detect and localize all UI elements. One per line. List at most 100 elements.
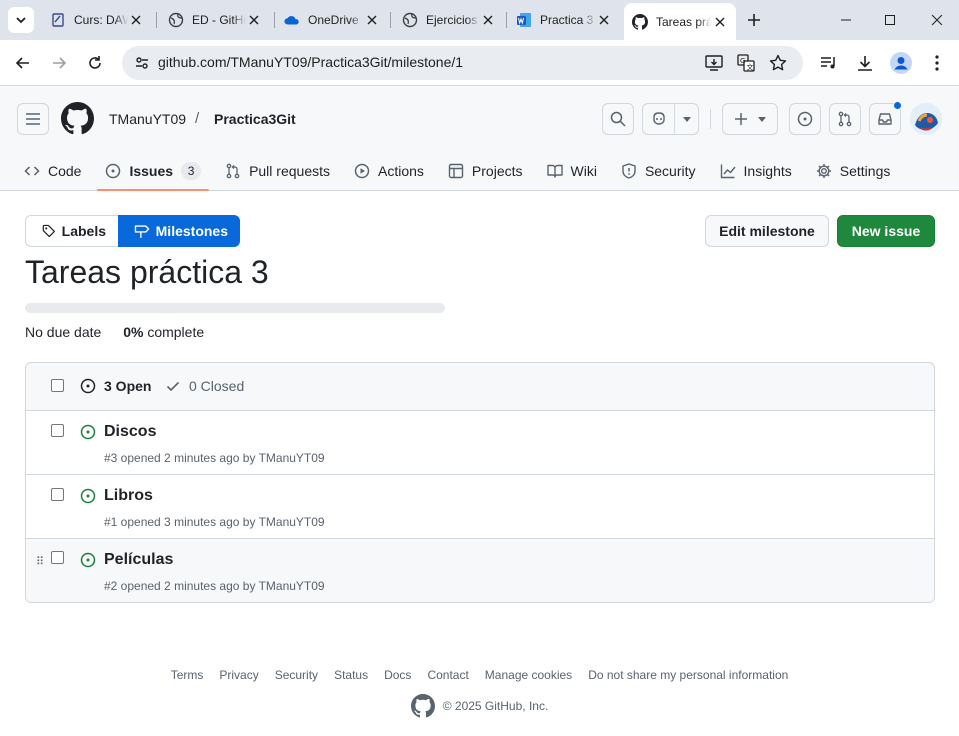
drag-handle-icon[interactable]: ⠿	[36, 555, 44, 568]
repo-name-link[interactable]: Practica3Git	[214, 111, 296, 127]
arrow-left-icon	[15, 57, 29, 69]
issue-opened-icon	[106, 163, 121, 179]
copyright-text: © 2025 GitHub, Inc.	[442, 699, 549, 713]
maximize-button[interactable]	[878, 8, 902, 32]
close-icon[interactable]	[246, 12, 262, 28]
github-logo-icon[interactable]	[61, 102, 94, 135]
footer-link-docs[interactable]: Docs	[384, 668, 411, 682]
issue-opened-icon	[80, 552, 96, 568]
github-logo-icon[interactable]	[410, 694, 435, 718]
browser-tab-strip: Curs: DAW ED - GitHub OneDrive Ejercicio…	[0, 0, 959, 40]
create-new-button[interactable]	[722, 103, 778, 135]
minimize-button[interactable]	[834, 8, 858, 32]
browser-menu-button[interactable]	[923, 49, 951, 77]
due-date: No due date	[25, 324, 102, 340]
repo-navigation: Code Issues 3 Pull requests Actions Proj…	[16, 151, 906, 191]
issues-list-header: 3 Open 0 Closed	[26, 363, 934, 411]
tab-search-button[interactable]	[8, 7, 34, 33]
milestones-button[interactable]: Milestones	[118, 215, 240, 247]
close-icon[interactable]	[596, 12, 612, 28]
url-text[interactable]: github.com/TManuYT09/Practica3Git/milest…	[158, 54, 463, 70]
close-icon[interactable]	[712, 14, 728, 30]
address-bar[interactable]: github.com/TManuYT09/Practica3Git/milest…	[122, 46, 803, 80]
issue-title-link[interactable]: Películas	[104, 551, 173, 569]
translate-icon[interactable]: G文	[734, 51, 758, 75]
browser-tab-active[interactable]: Tareas práctica 3	[624, 3, 736, 40]
tab-actions[interactable]: Actions	[346, 151, 432, 191]
shield-icon	[622, 163, 636, 179]
your-pull-requests-button[interactable]	[829, 103, 861, 135]
reload-button[interactable]	[81, 49, 109, 77]
kebab-menu-icon	[935, 55, 939, 71]
tab-title: Tareas práctica 3	[656, 14, 712, 29]
tab-issues[interactable]: Issues 3	[97, 151, 209, 191]
footer-link-terms[interactable]: Terms	[171, 668, 204, 682]
downloads-button[interactable]	[851, 49, 879, 77]
footer-link-manage-cookies[interactable]: Manage cookies	[485, 668, 572, 682]
profile-button[interactable]	[887, 49, 915, 77]
tab-security[interactable]: Security	[613, 151, 704, 191]
new-issue-button[interactable]: New issue	[837, 215, 935, 247]
close-window-button[interactable]	[925, 8, 949, 32]
tab-wiki[interactable]: Wiki	[539, 151, 605, 191]
inbox-icon	[878, 113, 892, 125]
issue-row[interactable]: Discos #3 opened 2 minutes ago by TManuY…	[26, 411, 934, 475]
search-button[interactable]	[602, 103, 634, 135]
labels-milestones-toggle: Labels Milestones	[25, 215, 240, 247]
issue-checkbox[interactable]	[51, 551, 64, 564]
footer-link-security[interactable]: Security	[275, 668, 318, 682]
closed-count: 0 Closed	[189, 378, 245, 394]
back-button[interactable]	[9, 49, 37, 77]
header-divider	[710, 109, 711, 129]
open-issues-filter[interactable]: 3 Open	[80, 378, 151, 394]
close-icon[interactable]	[364, 12, 380, 28]
new-tab-button[interactable]	[742, 8, 766, 32]
bookmark-star-icon[interactable]	[766, 51, 790, 75]
issue-checkbox[interactable]	[51, 424, 64, 437]
your-issues-button[interactable]	[789, 103, 821, 135]
browser-tab[interactable]: Ejercicios	[394, 5, 504, 35]
tab-projects[interactable]: Projects	[440, 151, 531, 191]
select-all-checkbox[interactable]	[51, 379, 64, 392]
browser-tab[interactable]: OneDrive	[276, 5, 388, 35]
footer-link-contact[interactable]: Contact	[427, 668, 468, 682]
svg-text:文: 文	[747, 63, 754, 72]
github-icon	[632, 13, 648, 30]
issue-row[interactable]: Libros #1 opened 3 minutes ago by TManuY…	[26, 475, 934, 539]
media-control-button[interactable]	[815, 49, 843, 77]
browser-tab[interactable]: Curs: DAW	[42, 5, 152, 35]
close-icon	[931, 14, 943, 26]
milestones-button-label: Milestones	[155, 223, 228, 239]
profile-icon	[890, 52, 912, 74]
triangle-down-icon[interactable]	[675, 116, 698, 122]
issue-title-link[interactable]: Discos	[104, 423, 156, 441]
tab-separator	[390, 12, 391, 28]
issue-opened-icon	[797, 111, 813, 127]
forward-button[interactable]	[45, 49, 73, 77]
close-icon[interactable]	[480, 12, 496, 28]
minimize-icon	[841, 19, 851, 21]
tab-code[interactable]: Code	[16, 151, 89, 191]
footer-link-status[interactable]: Status	[334, 668, 368, 682]
tab-separator	[156, 12, 157, 28]
site-info-icon[interactable]	[130, 51, 154, 75]
repo-owner-link[interactable]: TManuYT09	[109, 111, 186, 127]
issue-row[interactable]: ⠿ Películas #2 opened 2 minutes ago by T…	[26, 539, 934, 602]
issue-title-link[interactable]: Libros	[104, 487, 153, 505]
close-icon[interactable]	[128, 12, 144, 28]
open-global-nav-button[interactable]	[17, 103, 49, 135]
tab-pull-requests[interactable]: Pull requests	[217, 151, 338, 191]
install-app-icon[interactable]	[702, 51, 726, 75]
labels-button[interactable]: Labels	[25, 215, 118, 247]
avatar[interactable]	[910, 103, 942, 135]
footer-link-privacy[interactable]: Privacy	[219, 668, 258, 682]
footer-link-do-not-share[interactable]: Do not share my personal information	[588, 668, 788, 682]
tab-settings[interactable]: Settings	[808, 151, 899, 191]
copilot-button[interactable]	[642, 103, 699, 135]
issue-checkbox[interactable]	[51, 488, 64, 501]
closed-issues-filter[interactable]: 0 Closed	[165, 378, 244, 394]
browser-tab[interactable]: Practica 3	[508, 5, 620, 35]
tab-insights[interactable]: Insights	[712, 151, 800, 191]
edit-milestone-button[interactable]: Edit milestone	[705, 215, 829, 247]
browser-tab[interactable]: ED - GitHub	[160, 5, 270, 35]
